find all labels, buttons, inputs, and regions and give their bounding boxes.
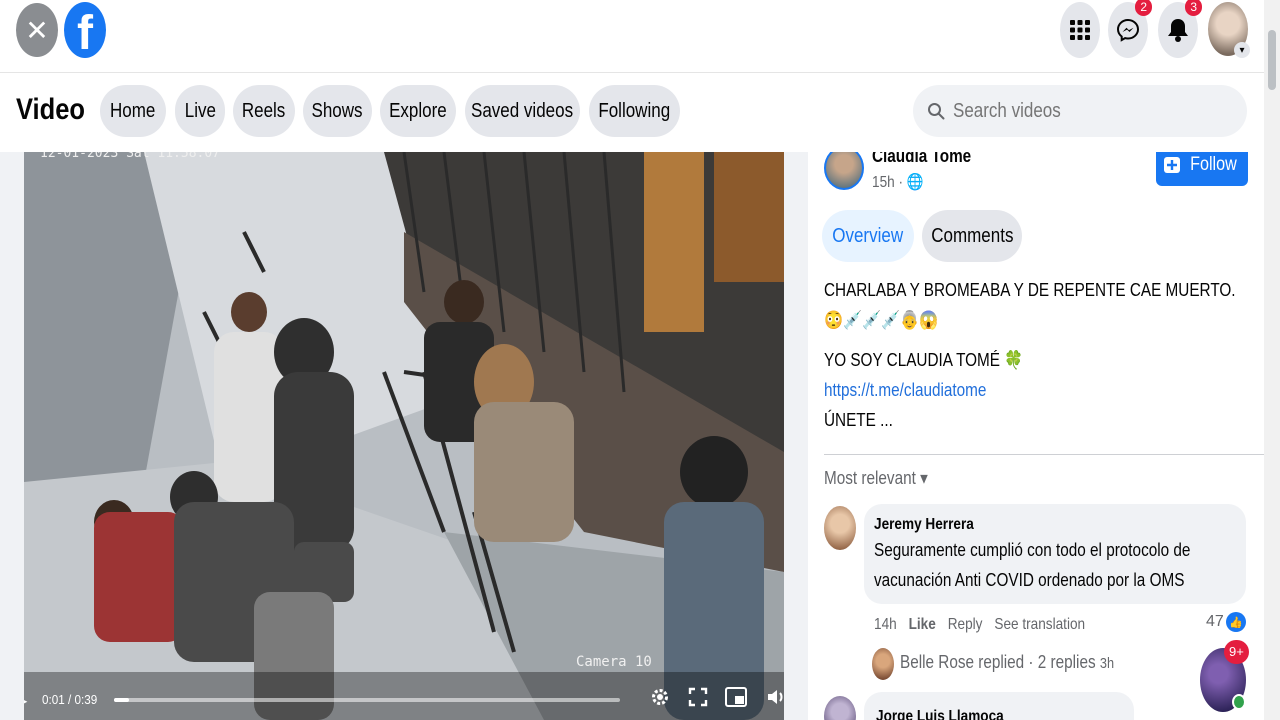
comment-sort-dropdown[interactable]: Most relevant ▾: [824, 468, 928, 489]
post-text-line-3: YO SOY CLAUDIA TOMÉ 🍀: [824, 350, 1024, 370]
close-icon: ✕: [25, 14, 49, 46]
picture-in-picture-icon: [725, 687, 747, 707]
see-translation-link[interactable]: See translation: [994, 616, 1085, 633]
replier-avatar: [872, 648, 894, 680]
video-frame-scene: [24, 152, 784, 720]
caret-down-icon: ▾: [920, 468, 928, 488]
scroll-thumb[interactable]: [1268, 30, 1276, 90]
close-button[interactable]: ✕: [16, 3, 58, 57]
comment-actions: 14h Like Reply See translation: [874, 616, 1085, 634]
commenter-avatar-2[interactable]: [824, 696, 856, 720]
messenger-button[interactable]: 2: [1108, 0, 1152, 58]
tab-overview[interactable]: Overview: [822, 210, 914, 262]
page-title: Video: [16, 93, 85, 126]
facebook-logo[interactable]: f: [64, 2, 106, 58]
commenter-name-2[interactable]: Jorge Luis Llamoca: [876, 708, 1004, 720]
notifications-button[interactable]: 3: [1158, 0, 1202, 58]
divider: [824, 454, 1264, 455]
video-time: 0:01 / 0:39: [42, 692, 98, 707]
fullscreen-button[interactable]: [684, 686, 712, 714]
video-area: 12-01-2023 Sat 11:58:07 Camera 10 ▶ 0:01…: [0, 152, 808, 720]
nav-shows[interactable]: Shows: [303, 85, 372, 137]
nav-live[interactable]: Live: [175, 85, 225, 137]
commenter-name[interactable]: Jeremy Herrera: [874, 516, 974, 534]
comment-text-line-1: Seguramente cumplió con todo el protocol…: [874, 540, 1191, 560]
play-button[interactable]: ▶: [24, 688, 36, 712]
progress-fill: [114, 698, 130, 702]
notifications-badge: 3: [1185, 0, 1202, 16]
thumbs-up-icon: 👍: [1225, 612, 1246, 632]
video-timestamp-overlay: 12-01-2023 Sat 11:58:07: [40, 152, 221, 161]
fullscreen-icon: [688, 687, 708, 707]
globe-icon: 🌐: [906, 174, 924, 191]
video-player[interactable]: 12-01-2023 Sat 11:58:07 Camera 10 ▶ 0:01…: [24, 152, 784, 720]
settings-button[interactable]: [646, 686, 674, 714]
chevron-down-icon: ▾: [1234, 42, 1250, 58]
top-bar: ✕ f 2 3 ▾: [0, 0, 1264, 72]
like-link[interactable]: Like: [909, 616, 936, 633]
follow-icon: [1163, 157, 1180, 173]
comment-time: 14h: [874, 616, 897, 633]
tab-comments[interactable]: Comments: [922, 210, 1022, 262]
search-box[interactable]: [913, 85, 1247, 137]
play-icon: ▶: [24, 690, 27, 712]
reply-link[interactable]: Reply: [948, 616, 983, 633]
page-scrollbar[interactable]: [1264, 0, 1280, 720]
nav-saved-videos[interactable]: Saved videos: [465, 85, 580, 137]
reaction-count[interactable]: 47 👍: [1206, 612, 1246, 632]
messenger-badge: 2: [1135, 0, 1152, 16]
gear-icon: [652, 689, 668, 705]
search-input[interactable]: [953, 99, 1191, 123]
video-nav-bar: Video Home Live Reels Shows Explore Save…: [0, 72, 1264, 152]
view-replies-link[interactable]: Belle Rose replied · 2 replies 3h: [900, 652, 1114, 673]
commenter-avatar[interactable]: [824, 506, 856, 550]
pip-button[interactable]: [722, 686, 750, 714]
volume-button[interactable]: [762, 686, 784, 714]
follow-button[interactable]: Follow: [1156, 152, 1248, 186]
comment-text-line-2: vacunación Anti COVID ordenado por la OM…: [874, 570, 1185, 590]
poster-name[interactable]: Claudia Tomé: [872, 152, 971, 167]
post-time: 15h · 🌐: [872, 174, 924, 191]
post-details-panel: Claudia Tomé 15h · 🌐 Follow Overview Com…: [808, 152, 1264, 720]
messenger-icon: [1116, 18, 1140, 42]
nav-reels[interactable]: Reels: [233, 85, 295, 137]
bell-icon: [1168, 19, 1188, 42]
search-icon: [928, 103, 945, 120]
volume-icon: [768, 690, 783, 704]
post-text-line-4[interactable]: ÚNETE ...: [824, 410, 893, 431]
post-text-line-1: CHARLABA Y BROMEABA Y DE REPENTE CAE MUE…: [824, 280, 1236, 300]
apps-grid-button[interactable]: [1060, 2, 1100, 58]
progress-bar[interactable]: [114, 698, 620, 702]
chat-badge: 9+: [1224, 640, 1249, 664]
nav-explore[interactable]: Explore: [380, 85, 456, 137]
video-controls: ▶ 0:01 / 0:39: [24, 680, 784, 720]
account-avatar[interactable]: ▾: [1208, 2, 1250, 58]
poster-avatar[interactable]: [824, 152, 864, 190]
nav-home[interactable]: Home: [100, 85, 166, 137]
nav-following[interactable]: Following: [589, 85, 680, 137]
post-text-emojis: 😳💉💉💉👵😱: [824, 310, 939, 330]
camera-label: Camera 10: [576, 654, 652, 670]
apps-grid-icon: [1070, 20, 1090, 40]
online-status-dot: [1232, 694, 1246, 710]
post-link[interactable]: https://t.me/claudiatome: [824, 380, 986, 401]
